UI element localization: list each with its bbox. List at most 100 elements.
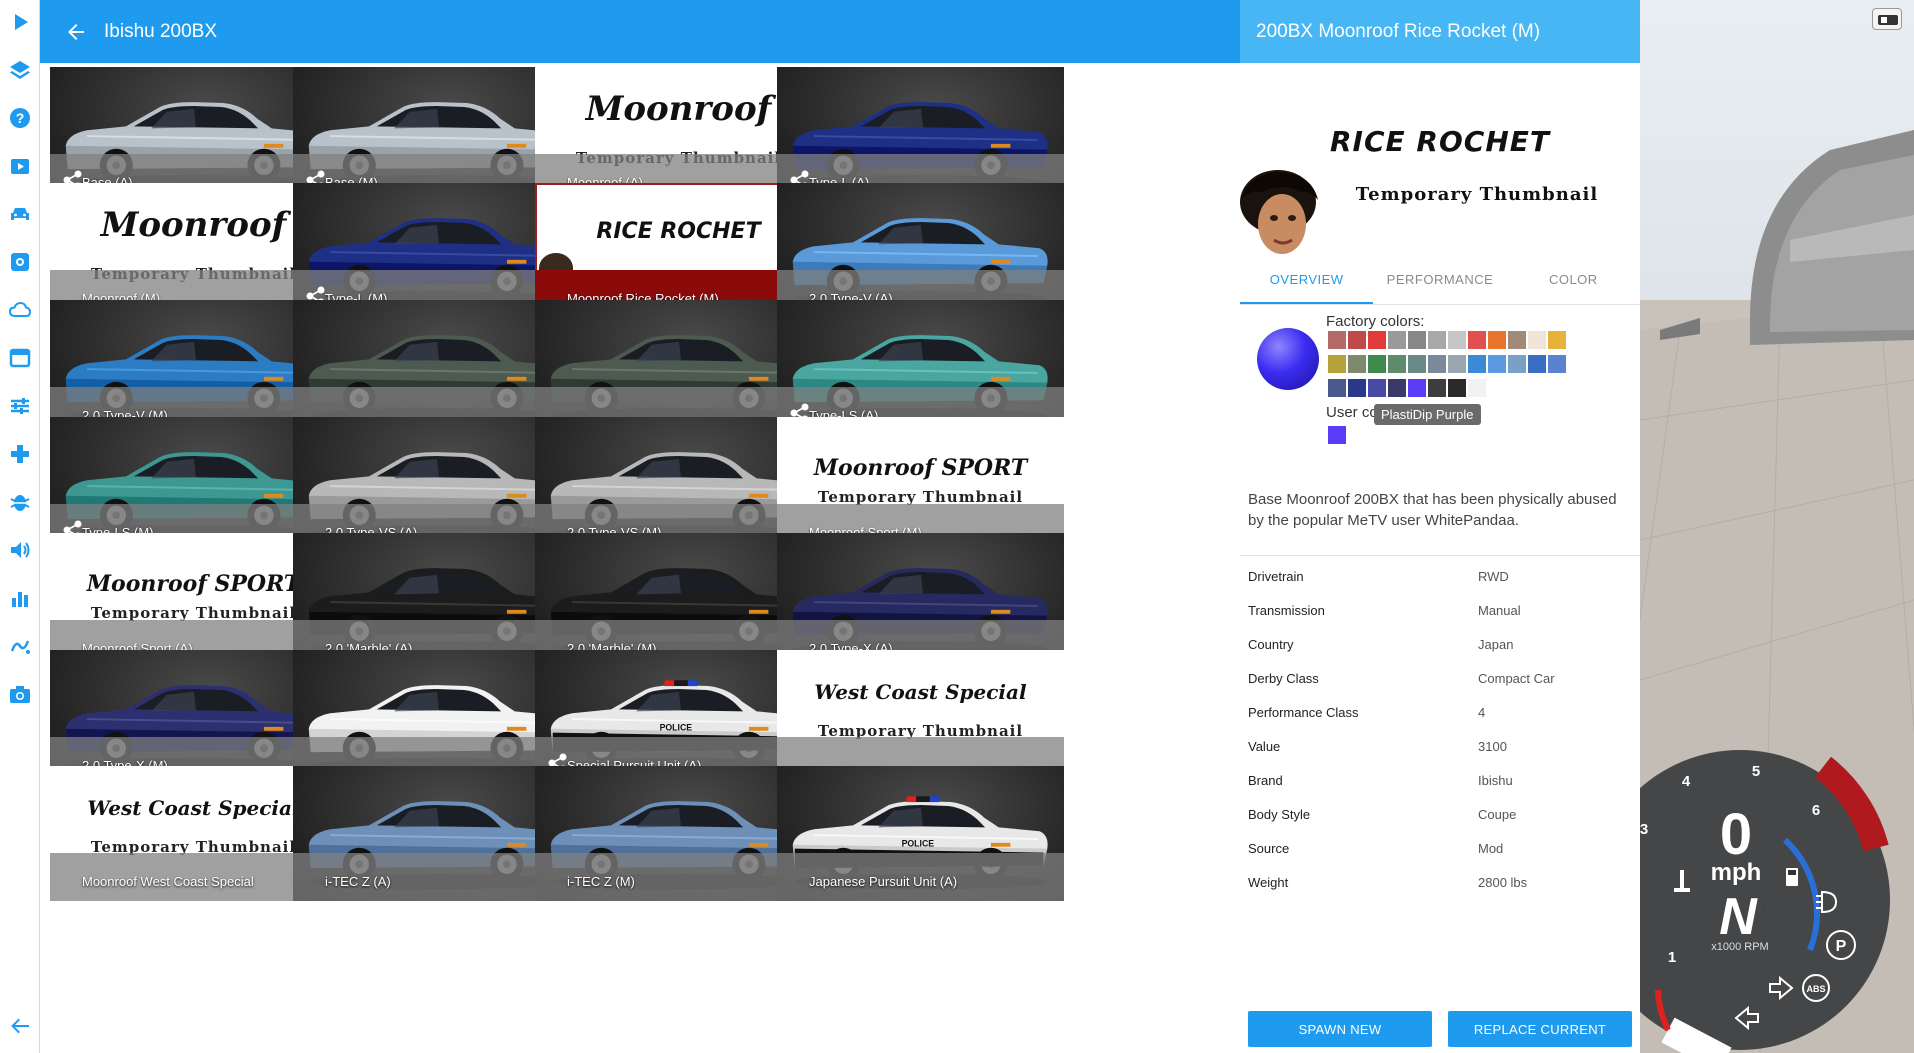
park-label: P (1836, 938, 1847, 955)
spec-row: Derby Class Compact Car (1240, 662, 1640, 696)
rpm-label: x1000 RPM (1711, 941, 1768, 953)
spec-row: Value 3100 (1240, 730, 1640, 764)
factory-color-swatch[interactable] (1368, 355, 1386, 373)
vehicle-tile[interactable]: 2.0 Type-X (A) (777, 533, 1064, 668)
factory-color-swatch[interactable] (1528, 331, 1546, 349)
vehicle-tile[interactable]: Moonroof SPORTTemporary ThumbnailMoonroo… (777, 417, 1064, 552)
camera-icon[interactable] (6, 680, 34, 708)
factory-color-swatch[interactable] (1468, 355, 1486, 373)
factory-color-swatch[interactable] (1428, 355, 1446, 373)
user-color-swatch[interactable] (1328, 426, 1346, 444)
gear-box-icon[interactable] (6, 248, 34, 276)
hud-toggle-icon[interactable] (1872, 8, 1902, 30)
preview-title: RICE ROCHET (1330, 125, 1550, 158)
tab-performance[interactable]: PERFORMANCE (1373, 255, 1506, 304)
app-root: ? Ibishu 200BX Base (A)Base (M)MoonroofT… (0, 0, 1914, 1053)
factory-color-swatch[interactable] (1408, 331, 1426, 349)
factory-color-swatch[interactable] (1328, 355, 1346, 373)
route-icon[interactable] (6, 632, 34, 660)
window-icon[interactable] (6, 344, 34, 372)
factory-color-swatch[interactable] (1388, 331, 1406, 349)
list-header: Ibishu 200BX (40, 0, 1240, 63)
tick-6: 6 (1812, 802, 1820, 819)
factory-color-swatch[interactable] (1468, 331, 1486, 349)
tab-overview[interactable]: OVERVIEW (1240, 255, 1374, 304)
factory-color-swatch[interactable] (1468, 379, 1486, 397)
factory-color-swatch[interactable] (1388, 355, 1406, 373)
factory-color-swatch[interactable] (1328, 331, 1346, 349)
film-icon[interactable] (6, 152, 34, 180)
svg-text:POLICE: POLICE (902, 839, 935, 849)
factory-color-swatch[interactable] (1448, 331, 1466, 349)
volume-icon[interactable] (6, 536, 34, 564)
factory-color-swatch[interactable] (1488, 331, 1506, 349)
factory-color-swatch[interactable] (1348, 355, 1366, 373)
spec-key: Derby Class (1248, 671, 1319, 686)
preview-subtitle: Temporary Thumbnail (1355, 184, 1599, 205)
tick-4: 4 (1682, 773, 1691, 790)
factory-color-swatch[interactable] (1368, 379, 1386, 397)
factory-colors-label: Factory colors: (1326, 313, 1425, 330)
help-icon[interactable]: ? (6, 104, 34, 132)
detail-title: 200BX Moonroof Rice Rocket (M) (1240, 0, 1640, 63)
vehicle-tile[interactable]: Type-LS (A) (777, 300, 1064, 435)
detail-tabs: OVERVIEW PERFORMANCE COLOR (1240, 255, 1640, 305)
vehicle-list-panel: Ibishu 200BX Base (A)Base (M)MoonroofTem… (40, 0, 1280, 1053)
factory-color-swatch[interactable] (1388, 379, 1406, 397)
factory-color-swatch[interactable] (1548, 331, 1566, 349)
vehicle-tile[interactable]: POLICE Japanese Pursuit Unit (A) (777, 766, 1064, 901)
factory-color-swatch[interactable] (1408, 355, 1426, 373)
car-icon[interactable] (6, 200, 34, 228)
spec-key: Performance Class (1248, 705, 1359, 720)
vehicle-description: Base Moonroof 200BX that has been physic… (1248, 491, 1617, 529)
spec-value: 2800 lbs (1478, 875, 1528, 890)
factory-color-swatch[interactable] (1448, 379, 1466, 397)
factory-color-swatch[interactable] (1428, 379, 1446, 397)
spawn-new-button[interactable]: SPAWN NEW (1248, 1011, 1432, 1047)
spec-row: Brand Ibishu (1240, 764, 1640, 798)
list-title: Ibishu 200BX (104, 20, 218, 42)
factory-color-swatch[interactable] (1548, 355, 1566, 373)
spec-value: Compact Car (1478, 671, 1555, 686)
spec-value: Manual (1478, 603, 1521, 618)
color-picker: Factory colors: User colors: PlastiDip P… (1240, 305, 1640, 505)
vehicle-preview: RICE ROCHET Temporary Thumbnail (1240, 63, 1640, 255)
chart-icon[interactable] (6, 584, 34, 612)
play-icon[interactable] (6, 8, 34, 36)
gamepad-icon[interactable] (6, 440, 34, 468)
factory-color-swatch[interactable] (1528, 355, 1546, 373)
factory-color-swatch[interactable] (1508, 355, 1526, 373)
factory-color-swatch[interactable] (1348, 331, 1366, 349)
bug-icon[interactable] (6, 488, 34, 516)
vehicle-tile[interactable]: 2.0 Type-V (A) (777, 183, 1064, 318)
factory-color-swatch[interactable] (1408, 379, 1426, 397)
spec-value: 4 (1478, 705, 1486, 720)
vehicle-tile[interactable]: West Coast SpecialTemporary ThumbnailMoo… (777, 650, 1064, 785)
selected-color-ball (1257, 328, 1319, 390)
color-tooltip: PlastiDip Purple (1374, 404, 1481, 425)
svg-text:?: ? (16, 110, 25, 126)
spec-table: Drivetrain RWD Transmission Manual Country Ja… (1240, 560, 1640, 900)
spec-value: Coupe (1478, 807, 1517, 822)
spec-key: Value (1248, 739, 1281, 754)
vehicle-tile[interactable]: Type-L (A) (777, 67, 1064, 202)
spec-key: Country (1248, 637, 1294, 652)
factory-color-swatch[interactable] (1448, 355, 1466, 373)
vehicle-detail-panel: 200BX Moonroof Rice Rocket (M) RICE ROCH… (1240, 0, 1640, 1053)
replace-current-button[interactable]: REPLACE CURRENT (1448, 1011, 1632, 1047)
factory-color-swatch[interactable] (1328, 379, 1346, 397)
factory-color-swatch[interactable] (1368, 331, 1386, 349)
gear-indicator: N (1719, 888, 1758, 946)
layers-icon[interactable] (6, 56, 34, 84)
speedometer: 3 4 5 6 1 0 mph N x1000 RPM P ABS (1640, 730, 1914, 1053)
tab-color[interactable]: COLOR (1507, 255, 1640, 304)
factory-color-swatch[interactable] (1348, 379, 1366, 397)
factory-color-swatch[interactable] (1488, 355, 1506, 373)
factory-color-swatch[interactable] (1508, 331, 1526, 349)
back-arrow-icon[interactable] (64, 20, 88, 44)
cloud-icon[interactable] (6, 296, 34, 324)
sliders-icon[interactable] (6, 392, 34, 420)
arrow-left-icon[interactable] (6, 1012, 34, 1040)
factory-color-swatch[interactable] (1428, 331, 1446, 349)
spec-value: 3100 (1478, 739, 1507, 754)
